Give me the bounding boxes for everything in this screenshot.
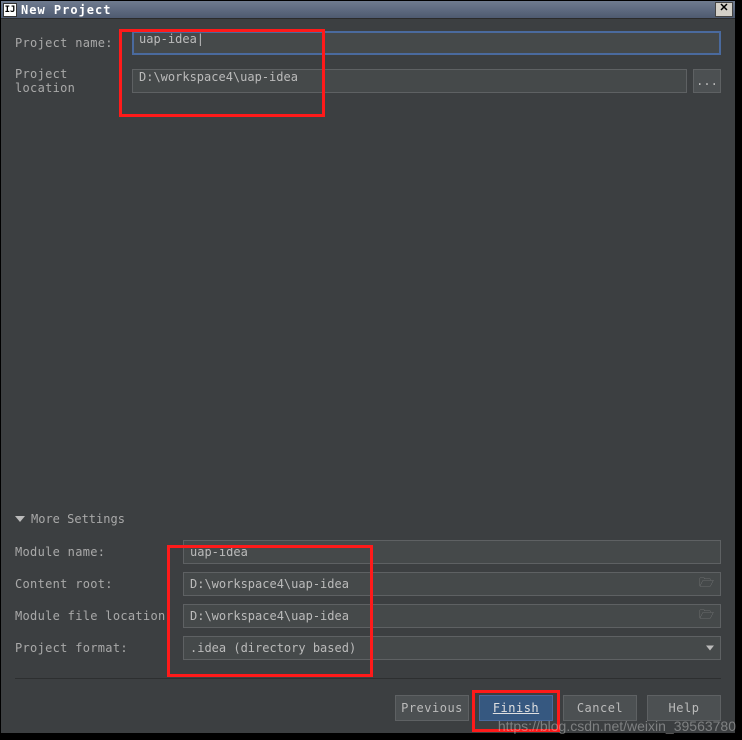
app-icon: IJ	[3, 3, 17, 17]
folder-icon[interactable]: 🗁	[699, 574, 714, 595]
new-project-window: IJ New Project ✕ Project name: uap-idea …	[0, 0, 736, 734]
project-name-label: Project name:	[15, 36, 132, 50]
more-settings-toggle[interactable]: More Settings	[15, 512, 721, 526]
content-root-label: Content root:	[15, 577, 183, 591]
project-format-row: Project format: .idea (directory based)	[15, 636, 721, 660]
close-button[interactable]: ✕	[715, 2, 733, 17]
project-format-label: Project format:	[15, 641, 183, 655]
titlebar-left: IJ New Project	[3, 3, 111, 17]
project-location-row: Project location D:\workspace4\uap-idea …	[15, 67, 721, 95]
previous-button[interactable]: Previous	[395, 695, 469, 721]
browse-location-button[interactable]: ...	[693, 69, 721, 93]
content-root-value: D:\workspace4\uap-idea	[190, 577, 349, 591]
content-root-row: Content root: D:\workspace4\uap-idea 🗁	[15, 572, 721, 596]
cancel-button[interactable]: Cancel	[563, 695, 637, 721]
content-area: Project name: uap-idea Project location …	[1, 19, 735, 733]
chevron-down-icon	[706, 646, 714, 651]
project-location-label: Project location	[15, 67, 132, 95]
project-location-value: D:\workspace4\uap-idea	[139, 70, 298, 84]
finish-button[interactable]: Finish	[479, 695, 553, 721]
module-file-location-value: D:\workspace4\uap-idea	[190, 609, 349, 623]
titlebar[interactable]: IJ New Project ✕	[1, 1, 735, 19]
spacer	[15, 107, 721, 512]
project-name-value: uap-idea	[139, 32, 204, 46]
project-name-input[interactable]: uap-idea	[132, 31, 721, 55]
module-name-label: Module name:	[15, 545, 183, 559]
project-format-value: .idea (directory based)	[190, 641, 356, 655]
content-root-input[interactable]: D:\workspace4\uap-idea 🗁	[183, 572, 721, 596]
more-settings-rows: Module name: uap-idea Content root: D:\w…	[15, 540, 721, 660]
module-file-location-input[interactable]: D:\workspace4\uap-idea 🗁	[183, 604, 721, 628]
chevron-down-icon	[15, 516, 25, 522]
more-settings-section: More Settings Module name: uap-idea Cont…	[15, 512, 721, 668]
project-location-wrap: D:\workspace4\uap-idea ...	[132, 69, 721, 93]
folder-icon[interactable]: 🗁	[699, 606, 714, 627]
project-name-row: Project name: uap-idea	[15, 31, 721, 55]
module-name-value: uap-idea	[190, 545, 248, 559]
module-file-location-row: Module file location: D:\workspace4\uap-…	[15, 604, 721, 628]
more-settings-label: More Settings	[31, 512, 125, 526]
module-name-row: Module name: uap-idea	[15, 540, 721, 564]
module-file-location-label: Module file location:	[15, 609, 183, 623]
project-location-input[interactable]: D:\workspace4\uap-idea	[132, 69, 687, 93]
window-title: New Project	[21, 3, 111, 17]
help-button[interactable]: Help	[647, 695, 721, 721]
project-format-select[interactable]: .idea (directory based)	[183, 636, 721, 660]
module-name-input[interactable]: uap-idea	[183, 540, 721, 564]
button-bar: Previous Finish Cancel Help	[15, 678, 721, 721]
